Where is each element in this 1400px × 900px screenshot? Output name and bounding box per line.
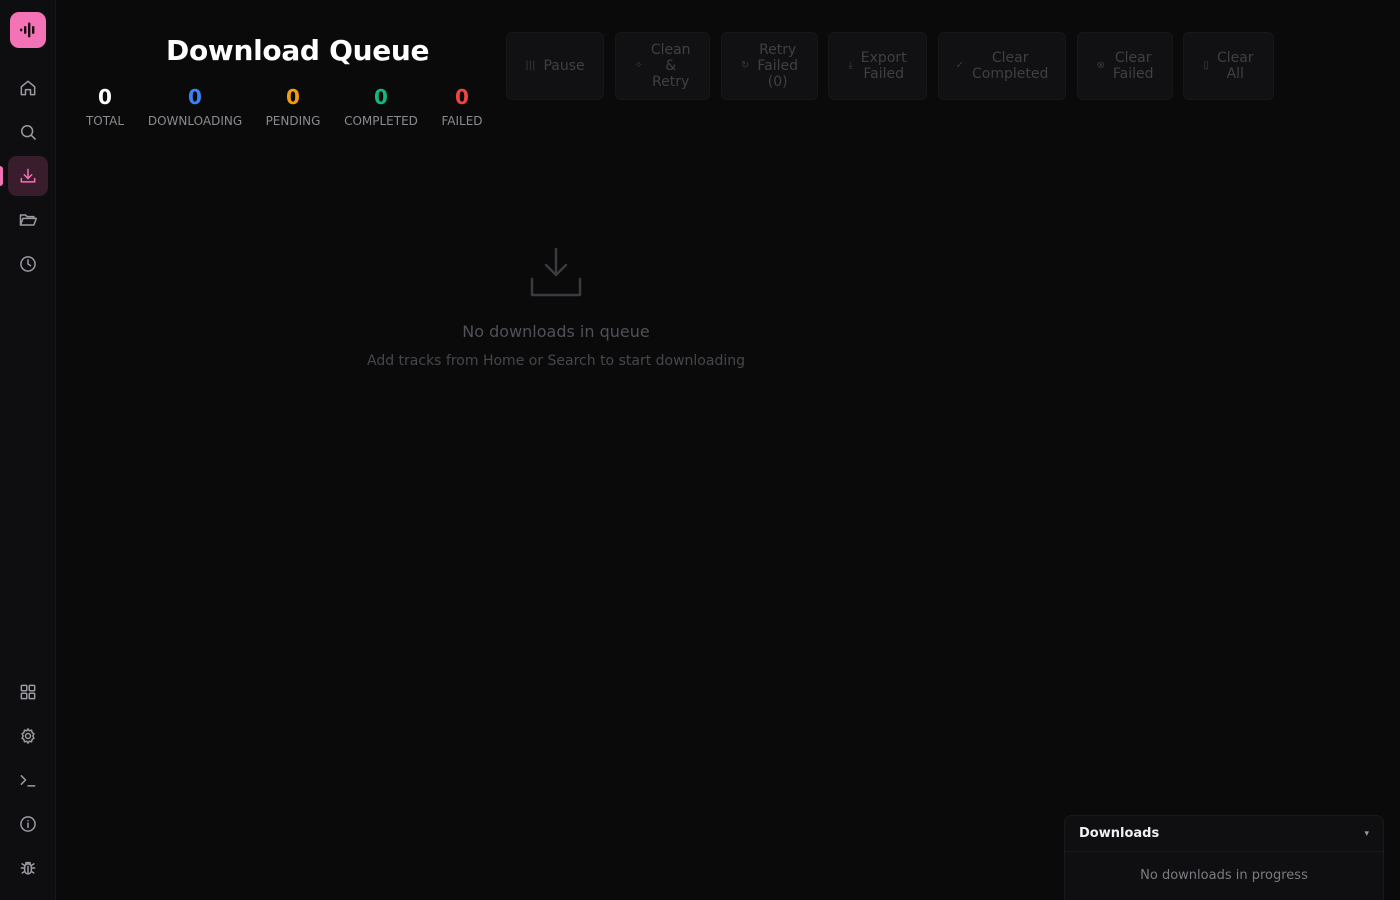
active-indicator: [0, 166, 3, 186]
sidebar-item-search[interactable]: [8, 112, 48, 152]
sidebar-item-home[interactable]: [8, 68, 48, 108]
download-tray-icon: [530, 247, 582, 297]
waveform-logo-icon: [20, 22, 35, 38]
downloads-panel-title: Downloads: [1079, 826, 1160, 841]
folder-open-icon: [19, 214, 38, 226]
retry-failed-label-2: Failed: [757, 58, 799, 74]
clear-completed-label-1: Clear: [991, 50, 1029, 66]
sparkle-icon: ✧: [634, 60, 643, 71]
clear-all-label-1: Clear: [1216, 50, 1254, 66]
sidebar-item-about[interactable]: [8, 804, 48, 844]
sidebar-item-debug[interactable]: [8, 848, 48, 888]
page-title: Download Queue: [166, 34, 430, 67]
pause-icon: |||: [525, 60, 536, 71]
clear-all-label-2: All: [1226, 66, 1244, 82]
sidebar-item-files[interactable]: [8, 200, 48, 240]
stat-failed-label: FAILED: [441, 114, 483, 128]
clear-completed-button[interactable]: ✓ Clear Completed: [938, 32, 1066, 100]
export-failed-label-1: Export: [860, 50, 907, 66]
sidebar-item-history[interactable]: [8, 244, 48, 284]
empty-state: No downloads in queue Add tracks from Ho…: [346, 246, 766, 369]
sidebar-item-apps[interactable]: [8, 672, 48, 712]
clean-retry-label-2: &: [665, 58, 677, 74]
stat-completed-label: COMPLETED: [344, 114, 418, 128]
export-failed-button[interactable]: ⤓ Export Failed: [828, 32, 927, 100]
clock-icon: [20, 256, 36, 272]
search-icon: [21, 124, 36, 140]
sidebar-item-terminal[interactable]: [8, 760, 48, 800]
x-circle-icon: ⊗: [1096, 60, 1105, 71]
grid-icon: [20, 684, 36, 700]
stat-total-label: TOTAL: [85, 114, 125, 128]
export-icon: ⤓: [848, 60, 853, 71]
stat-failed-value: 0: [455, 85, 469, 109]
refresh-icon: ↻: [740, 60, 750, 71]
stat-downloading: 0 DOWNLOADING: [148, 86, 242, 128]
info-icon: [20, 816, 36, 832]
pause-button[interactable]: ||| Pause: [506, 32, 604, 100]
stat-downloading-label: DOWNLOADING: [147, 114, 243, 128]
clear-all-button[interactable]: ▯ Clear All: [1183, 32, 1274, 100]
clean-retry-button[interactable]: ✧ Clean & Retry: [615, 32, 710, 100]
stat-failed: 0 FAILED: [441, 86, 482, 128]
retry-failed-count: (0): [767, 74, 788, 90]
clear-failed-label-1: Clear: [1114, 50, 1152, 66]
downloads-panel: Downloads ▾ No downloads in progress: [1064, 815, 1384, 900]
clean-retry-label-1: Clean: [650, 42, 691, 58]
trash-icon: ▯: [1203, 60, 1209, 71]
downloads-panel-message: No downloads in progress: [1140, 868, 1308, 883]
chevron-down-icon[interactable]: ▾: [1364, 829, 1369, 839]
stat-pending: 0 PENDING: [266, 86, 321, 128]
bug-icon: [20, 861, 36, 875]
clear-failed-button[interactable]: ⊗ Clear Failed: [1077, 32, 1173, 100]
app-logo[interactable]: [10, 12, 46, 48]
downloads-panel-header[interactable]: Downloads ▾: [1065, 816, 1383, 852]
stat-pending-value: 0: [286, 85, 300, 109]
retry-failed-button[interactable]: ↻ Retry Failed (0): [721, 32, 818, 100]
home-icon: [20, 80, 36, 96]
stat-completed: 0 COMPLETED: [344, 86, 418, 128]
retry-failed-label-1: Retry: [759, 42, 797, 58]
check-icon: ✓: [955, 60, 965, 71]
clear-failed-label-2: Failed: [1112, 66, 1154, 82]
sidebar: [0, 0, 56, 900]
clean-retry-label-3: Retry: [652, 74, 690, 90]
terminal-icon: [20, 775, 36, 787]
empty-state-title: No downloads in queue: [462, 322, 650, 341]
empty-state-subtitle: Add tracks from Home or Search to start …: [367, 353, 745, 369]
gear-icon: [21, 728, 35, 744]
stat-total-value: 0: [98, 85, 112, 109]
download-icon: [20, 168, 36, 183]
sidebar-item-settings[interactable]: [8, 716, 48, 756]
stat-completed-value: 0: [374, 85, 388, 109]
pause-label: Pause: [543, 58, 585, 74]
export-failed-label-2: Failed: [863, 66, 905, 82]
stat-downloading-value: 0: [188, 85, 202, 109]
clear-completed-label-2: Completed: [972, 66, 1049, 82]
sidebar-item-downloads[interactable]: [8, 156, 48, 196]
stat-pending-label: PENDING: [265, 114, 321, 128]
stat-total: 0 TOTAL: [86, 86, 124, 128]
